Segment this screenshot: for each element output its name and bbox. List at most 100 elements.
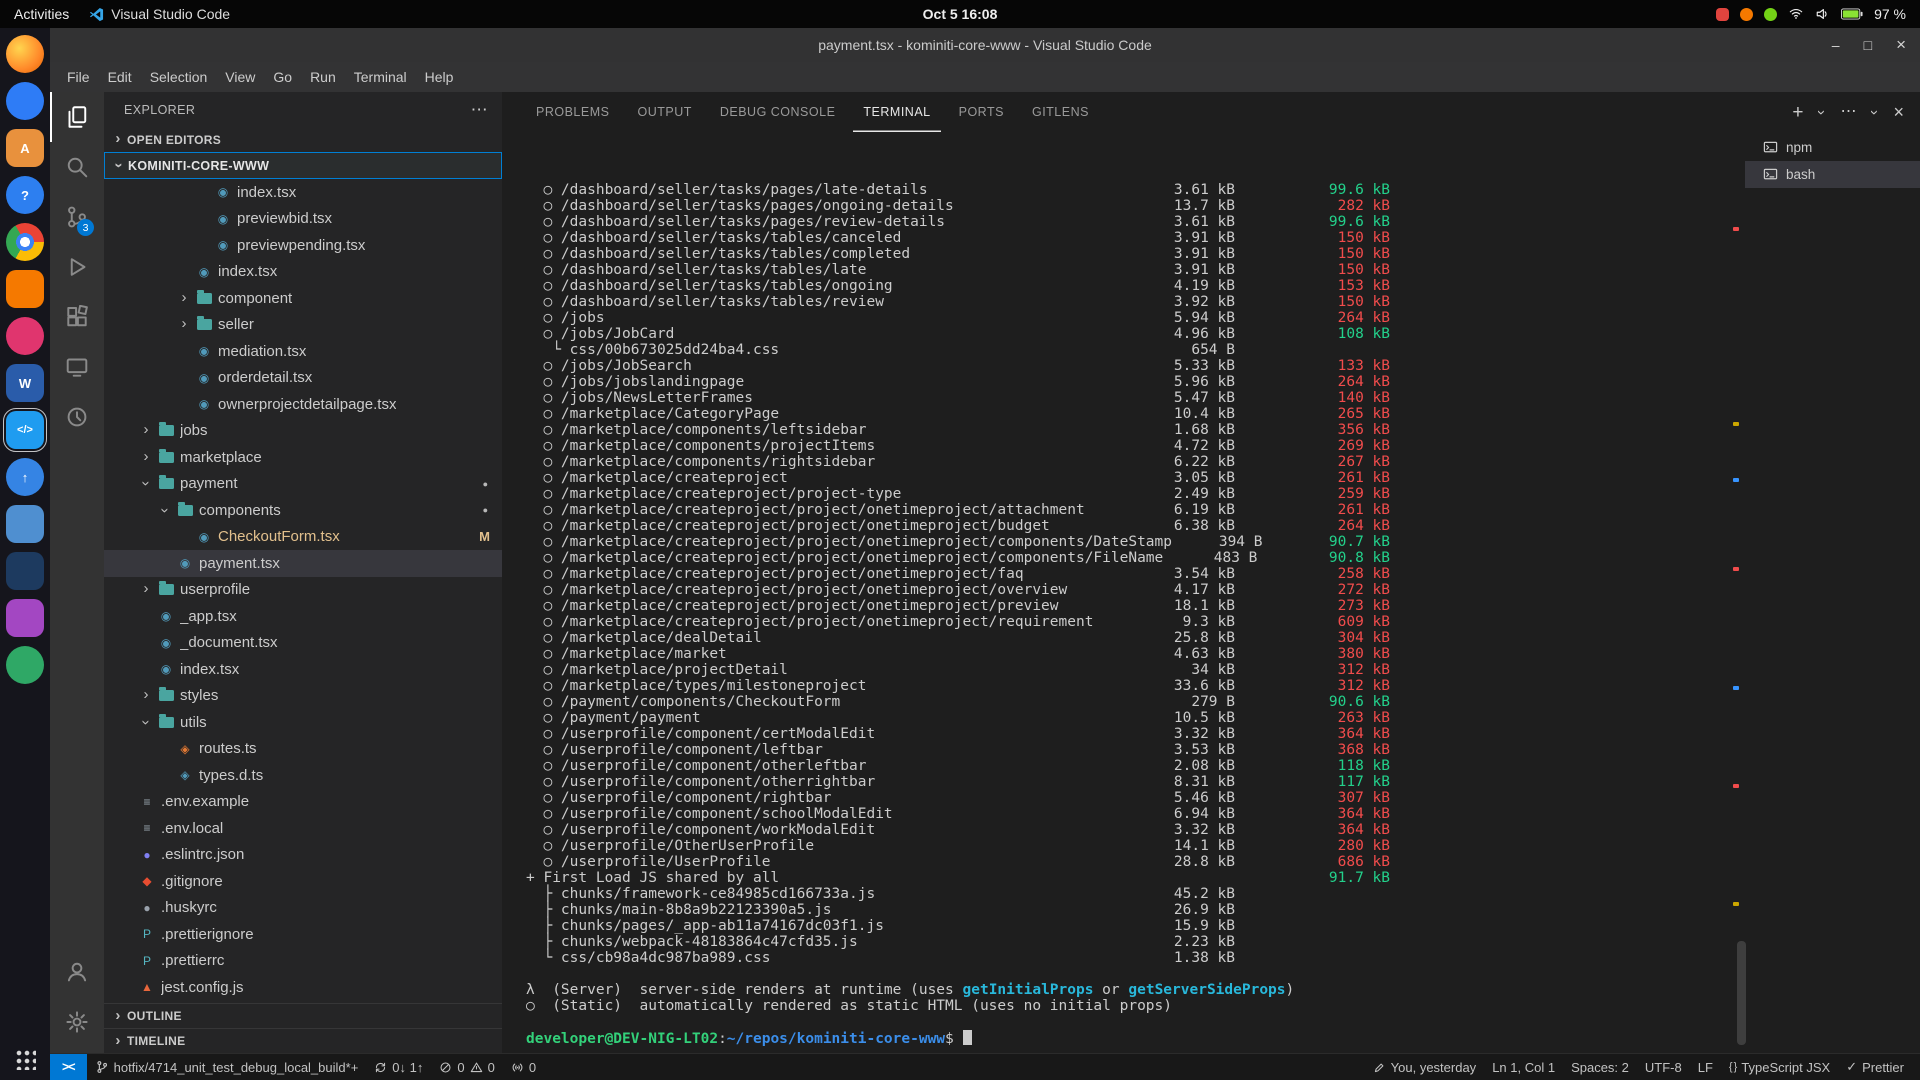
dock-pen-dark-icon[interactable]	[6, 552, 44, 590]
cursor-position-item[interactable]: Ln 1, Col 1	[1484, 1054, 1563, 1080]
menu-go[interactable]: Go	[264, 66, 301, 88]
activity-remote-icon[interactable]	[50, 342, 104, 392]
tree-file-types.d.ts[interactable]: ◈types.d.ts	[104, 762, 502, 789]
menu-run[interactable]: Run	[301, 66, 345, 88]
timeline-section[interactable]: › TIMELINE	[104, 1028, 502, 1053]
tree-folder-payment[interactable]: ›payment●	[104, 471, 502, 498]
show-applications-button[interactable]	[14, 1048, 36, 1070]
activity-gitlens-icon[interactable]	[50, 392, 104, 442]
blame-item[interactable]: You, yesterday	[1365, 1054, 1485, 1080]
ports-item[interactable]: 0	[503, 1054, 544, 1080]
panel-hide-chevron-icon[interactable]: ›	[1867, 110, 1882, 115]
dock-thunderbird-icon[interactable]	[6, 82, 44, 120]
tab-terminal[interactable]: TERMINAL	[853, 92, 940, 132]
activities-button[interactable]: Activities	[14, 6, 69, 22]
tab-debug-console[interactable]: DEBUG CONSOLE	[710, 92, 846, 132]
remote-indicator[interactable]: ><	[50, 1054, 87, 1080]
tree-file-.prettierrc[interactable]: P.prettierrc	[104, 948, 502, 975]
tree-file-.gitignore[interactable]: ◆.gitignore	[104, 868, 502, 895]
tree-file-index.tsx[interactable]: ◉index.tsx	[104, 179, 502, 206]
dock-transmission-icon[interactable]: ↑	[6, 458, 44, 496]
tree-file-jest.config.js[interactable]: ▲jest.config.js	[104, 974, 502, 1001]
tab-ports[interactable]: PORTS	[949, 92, 1014, 132]
tab-gitlens[interactable]: GITLENS	[1022, 92, 1099, 132]
dock-vscode-icon[interactable]: </>	[6, 411, 44, 449]
tree-file-previewbid.tsx[interactable]: ◉previewbid.tsx	[104, 206, 502, 233]
tree-folder-utils[interactable]: ›utils	[104, 709, 502, 736]
dock-writer-icon[interactable]: W	[6, 364, 44, 402]
terminal-picker-chevron-icon[interactable]: ›	[1814, 110, 1829, 115]
activity-source-control-icon[interactable]: 3	[50, 192, 104, 242]
indentation-item[interactable]: Spaces: 2	[1563, 1054, 1637, 1080]
formatter-item[interactable]: ✓ Prettier	[1838, 1054, 1912, 1080]
dock-app-green-icon[interactable]	[6, 646, 44, 684]
menu-selection[interactable]: Selection	[141, 66, 217, 88]
close-button[interactable]: ×	[1896, 35, 1906, 55]
terminal-instance-npm[interactable]: npm	[1745, 134, 1920, 161]
dock-app-pink-icon[interactable]	[6, 317, 44, 355]
activity-settings-icon[interactable]	[50, 997, 104, 1047]
terminal-instance-bash[interactable]: bash	[1745, 161, 1920, 188]
tree-file-.env.example[interactable]: ≡.env.example	[104, 789, 502, 816]
system-tray[interactable]: 97 %	[1716, 6, 1920, 22]
clock[interactable]: Oct 5 16:08	[923, 6, 998, 22]
workspace-root-header[interactable]: › KOMINITI-CORE-WWW	[104, 152, 502, 179]
tree-file-checkoutform.tsx[interactable]: ◉CheckoutForm.tsxM	[104, 524, 502, 551]
tree-file-index.tsx[interactable]: ◉index.tsx	[104, 259, 502, 286]
tray-app-icon[interactable]	[1740, 8, 1753, 21]
panel-close-button[interactable]: ×	[1893, 103, 1904, 121]
new-terminal-button[interactable]: +	[1792, 103, 1803, 122]
tree-file-index.tsx[interactable]: ◉index.tsx	[104, 656, 502, 683]
tree-file-previewpending.tsx[interactable]: ◉previewpending.tsx	[104, 232, 502, 259]
dock-app-blue-icon[interactable]	[6, 505, 44, 543]
menu-view[interactable]: View	[216, 66, 264, 88]
activity-explorer-icon[interactable]	[50, 92, 104, 142]
tree-file-payment.tsx[interactable]: ◉payment.tsx	[104, 550, 502, 577]
tray-app-icon[interactable]	[1764, 8, 1777, 21]
tree-file-orderdetail.tsx[interactable]: ◉orderdetail.tsx	[104, 365, 502, 392]
tree-folder-userprofile[interactable]: ›userprofile	[104, 577, 502, 604]
git-branch-item[interactable]: hotfix/4714_unit_test_debug_local_build*…	[87, 1054, 367, 1080]
terminal-view[interactable]: ○ /dashboard/seller/tasks/pages/late-det…	[502, 132, 1920, 1053]
outline-section[interactable]: › OUTLINE	[104, 1003, 502, 1028]
tree-file-.eslintrc.json[interactable]: ●.eslintrc.json	[104, 842, 502, 869]
activity-search-icon[interactable]	[50, 142, 104, 192]
focused-app-indicator[interactable]: Visual Studio Code	[89, 6, 230, 22]
dock-firefox-icon[interactable]	[6, 35, 44, 73]
tree-folder-styles[interactable]: ›styles	[104, 683, 502, 710]
activity-accounts-icon[interactable]	[50, 947, 104, 997]
tree-file-ownerprojectdetailpage.tsx[interactable]: ◉ownerprojectdetailpage.tsx	[104, 391, 502, 418]
menu-terminal[interactable]: Terminal	[345, 66, 416, 88]
tree-file-_app.tsx[interactable]: ◉_app.tsx	[104, 603, 502, 630]
explorer-more-actions[interactable]: ⋯	[471, 100, 488, 120]
encoding-item[interactable]: UTF-8	[1637, 1054, 1690, 1080]
dock-software-store-icon[interactable]: A	[6, 129, 44, 167]
maximize-button[interactable]: □	[1864, 37, 1872, 53]
tree-file-mediation.tsx[interactable]: ◉mediation.tsx	[104, 338, 502, 365]
dock-pen-color-icon[interactable]	[6, 599, 44, 637]
menu-help[interactable]: Help	[416, 66, 463, 88]
eol-item[interactable]: LF	[1690, 1054, 1721, 1080]
menu-edit[interactable]: Edit	[99, 66, 141, 88]
tray-app-icon[interactable]	[1716, 8, 1729, 21]
tree-file-.huskyrc[interactable]: ●.huskyrc	[104, 895, 502, 922]
minimize-button[interactable]: –	[1832, 37, 1840, 53]
tree-folder-components[interactable]: ›components●	[104, 497, 502, 524]
problems-item[interactable]: 0 0	[431, 1054, 502, 1080]
tree-file-routes.ts[interactable]: ◈routes.ts	[104, 736, 502, 763]
tree-folder-component[interactable]: ›component	[104, 285, 502, 312]
shell-prompt[interactable]: developer@DEV-NIG-LT02:~/repos/kominiti-…	[526, 1030, 1390, 1046]
tab-problems[interactable]: PROBLEMS	[526, 92, 619, 132]
panel-more-actions[interactable]: ⋯	[1840, 104, 1856, 120]
tree-file-.prettierignore[interactable]: P.prettierignore	[104, 921, 502, 948]
git-sync-item[interactable]: 0↓ 1↑	[366, 1054, 431, 1080]
tree-file-_document.tsx[interactable]: ◉_document.tsx	[104, 630, 502, 657]
tab-output[interactable]: OUTPUT	[627, 92, 701, 132]
language-mode-item[interactable]: { } TypeScript JSX	[1721, 1054, 1838, 1080]
tree-folder-seller[interactable]: ›seller	[104, 312, 502, 339]
activity-run-debug-icon[interactable]	[50, 242, 104, 292]
activity-extensions-icon[interactable]	[50, 292, 104, 342]
tree-folder-marketplace[interactable]: ›marketplace	[104, 444, 502, 471]
menu-file[interactable]: File	[58, 66, 99, 88]
dock-chrome-icon[interactable]	[6, 223, 44, 261]
